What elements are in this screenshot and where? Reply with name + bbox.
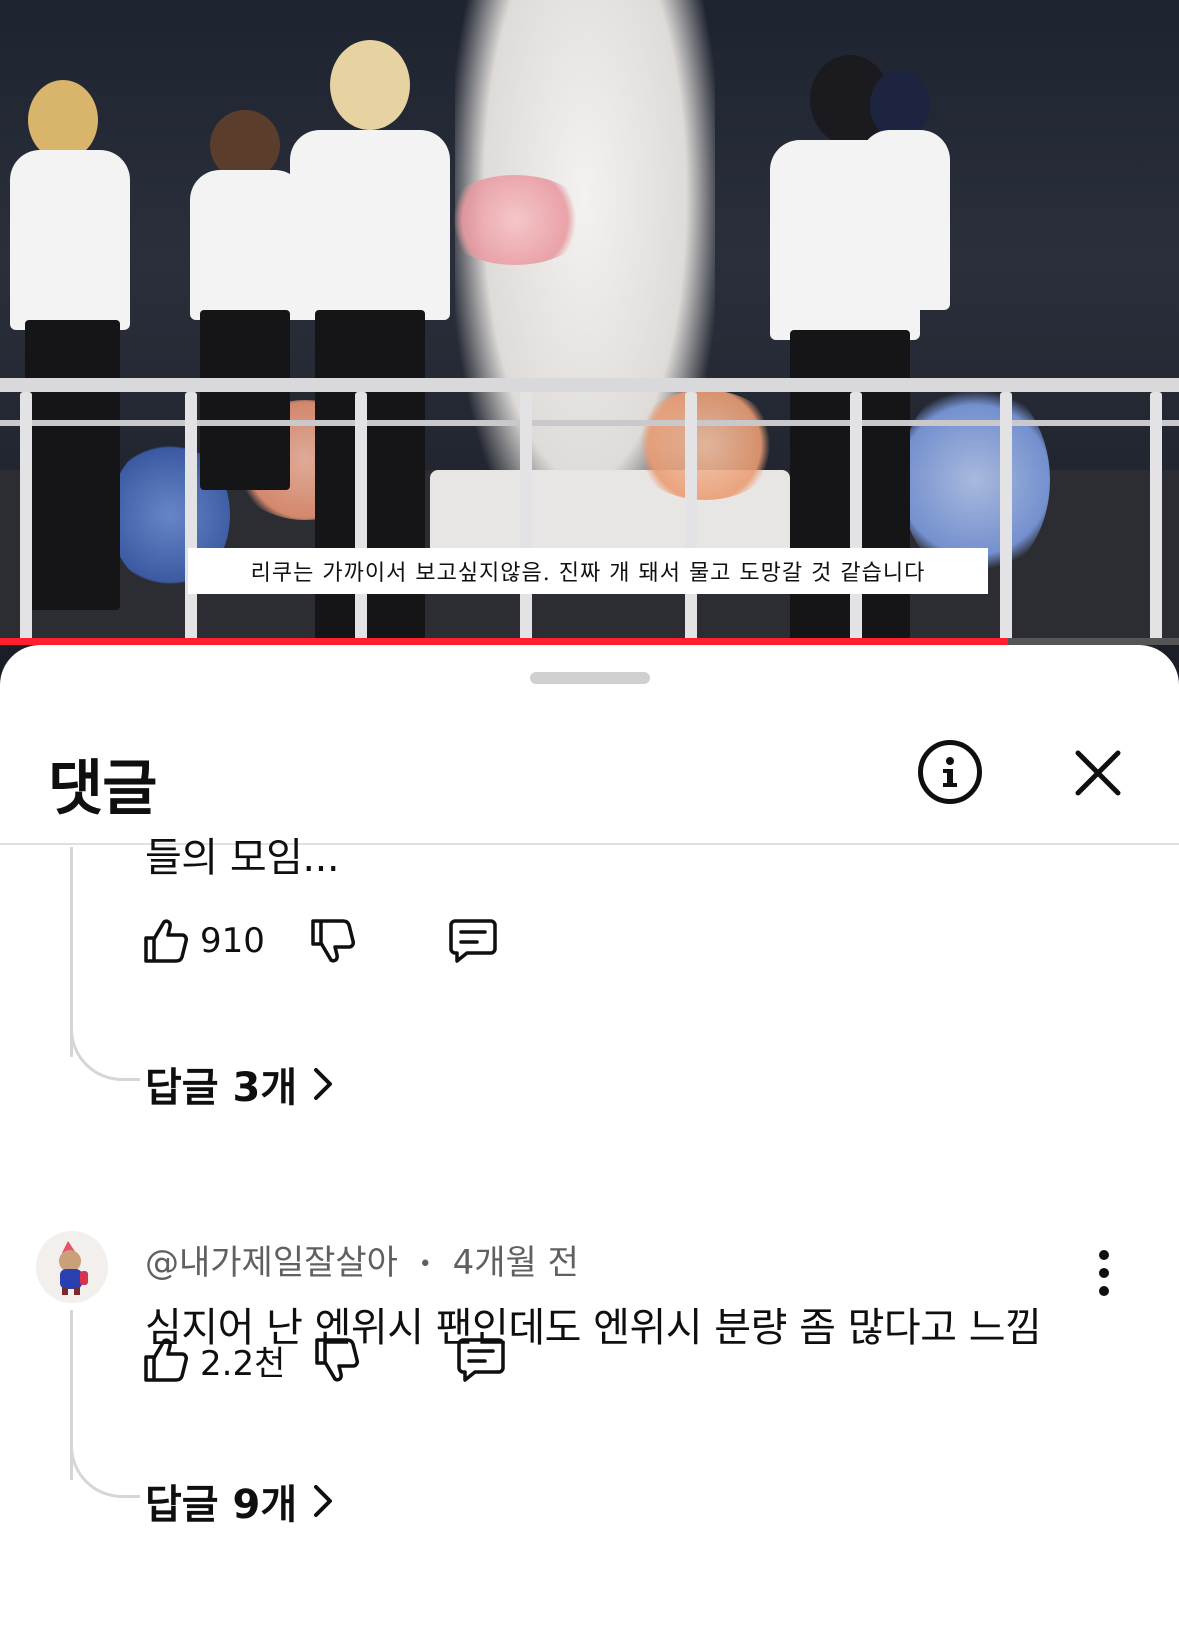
thumbs-up-icon xyxy=(144,1338,188,1382)
comment-actions: 910 xyxy=(140,911,499,971)
comment-icon xyxy=(449,919,497,963)
chevron-right-icon xyxy=(314,1068,333,1100)
dislike-button[interactable] xyxy=(311,1334,363,1386)
chevron-right-icon xyxy=(314,1485,333,1517)
railing-post xyxy=(20,392,32,642)
avatar-image xyxy=(36,1231,108,1303)
comment-menu-button[interactable] xyxy=(1094,1243,1114,1303)
view-replies-button[interactable]: 답글 3개 xyxy=(145,1055,335,1113)
comments-sheet: 댓글 들의 모임... 910 답글 3개 @내가제일잘살아 • 4개월 전 심… xyxy=(0,645,1179,1630)
railing-post xyxy=(850,392,862,642)
comment-author[interactable]: @내가제일잘살아 xyxy=(145,1243,398,1283)
avatar[interactable] xyxy=(36,1231,108,1303)
thumbs-down-icon xyxy=(311,919,355,963)
dislike-button[interactable] xyxy=(307,915,359,967)
thumbs-up-icon xyxy=(144,919,188,963)
thread-connector xyxy=(70,1023,140,1081)
railing-post xyxy=(520,392,532,642)
railing-post xyxy=(1000,392,1012,642)
info-button[interactable] xyxy=(918,740,982,804)
flowers-decoration xyxy=(630,390,780,500)
railing-post xyxy=(185,392,197,642)
railing-post xyxy=(1150,392,1162,642)
flowers-decoration xyxy=(440,175,590,265)
railing-post xyxy=(685,392,697,642)
like-count: 910 xyxy=(200,921,265,961)
like-count: 2.2천 xyxy=(200,1343,286,1384)
replies-label: 답글 9개 xyxy=(145,1482,298,1528)
video-progress-bar[interactable] xyxy=(0,638,1179,645)
stage-railing xyxy=(0,378,1179,392)
video-progress-fill xyxy=(0,638,1009,645)
drag-handle[interactable] xyxy=(530,672,650,684)
replies-label: 답글 3개 xyxy=(145,1065,298,1111)
like-button[interactable] xyxy=(140,1334,192,1386)
comment-actions: 2.2천 xyxy=(140,1330,507,1390)
info-icon xyxy=(943,757,957,787)
video-subtitle: 리쿠는 가까이서 보고싶지않음. 진짜 개 돼서 물고 도망갈 것 같습니다 xyxy=(188,548,988,594)
video-player[interactable]: 리쿠는 가까이서 보고싶지않음. 진짜 개 돼서 물고 도망갈 것 같습니다 xyxy=(0,0,1179,645)
thumbs-down-icon xyxy=(315,1338,360,1382)
close-button[interactable] xyxy=(1070,745,1126,801)
railing-post xyxy=(355,392,367,642)
comment-text: 들의 모임... xyxy=(145,835,340,881)
like-button[interactable] xyxy=(140,915,192,967)
comment-time: 4개월 전 xyxy=(452,1243,579,1283)
comment-meta: @내가제일잘살아 • 4개월 전 xyxy=(145,1235,579,1284)
close-icon xyxy=(1075,750,1121,796)
more-vertical-icon xyxy=(1099,1250,1109,1296)
meta-separator: • xyxy=(418,1252,432,1277)
comment-icon xyxy=(457,1338,506,1382)
reply-button[interactable] xyxy=(455,1334,507,1386)
sheet-title: 댓글 xyxy=(48,754,157,824)
reply-button[interactable] xyxy=(447,915,499,967)
view-replies-button[interactable]: 답글 9개 xyxy=(145,1472,335,1530)
thread-connector xyxy=(70,1440,140,1498)
